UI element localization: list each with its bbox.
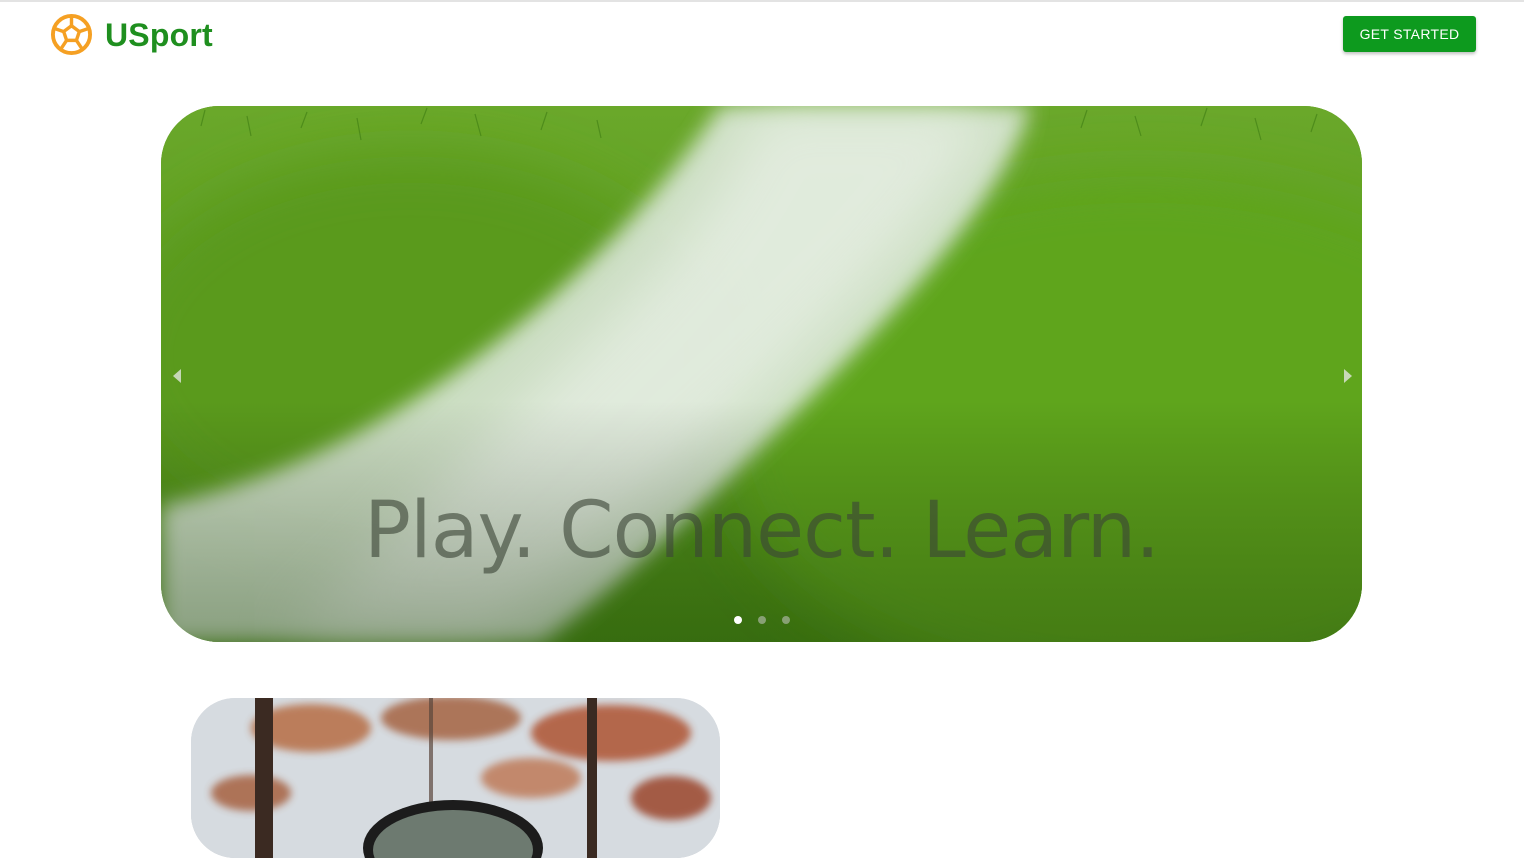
carousel-indicators: [161, 616, 1362, 624]
carousel-prev-button[interactable]: [167, 364, 187, 388]
hero-carousel: Play. Connect. Learn.: [161, 106, 1362, 642]
brand-name: USport: [105, 16, 213, 53]
brand-logo[interactable]: USport: [50, 13, 213, 56]
hero-caption: Play. Connect. Learn.: [363, 486, 1160, 576]
forest-photo: [191, 698, 720, 858]
get-started-button[interactable]: GET STARTED: [1343, 16, 1476, 52]
carousel-dot-1[interactable]: [733, 616, 742, 624]
chevron-left-icon: [173, 369, 181, 383]
site-header: USport GET STARTED: [0, 2, 1524, 64]
chevron-right-icon: [1344, 369, 1352, 383]
carousel-dot-2[interactable]: [757, 616, 766, 624]
feature-card-image: [191, 698, 720, 858]
carousel-next-button[interactable]: [1338, 364, 1358, 388]
carousel-dot-3[interactable]: [781, 616, 790, 624]
soccer-ball-icon: [50, 13, 93, 56]
